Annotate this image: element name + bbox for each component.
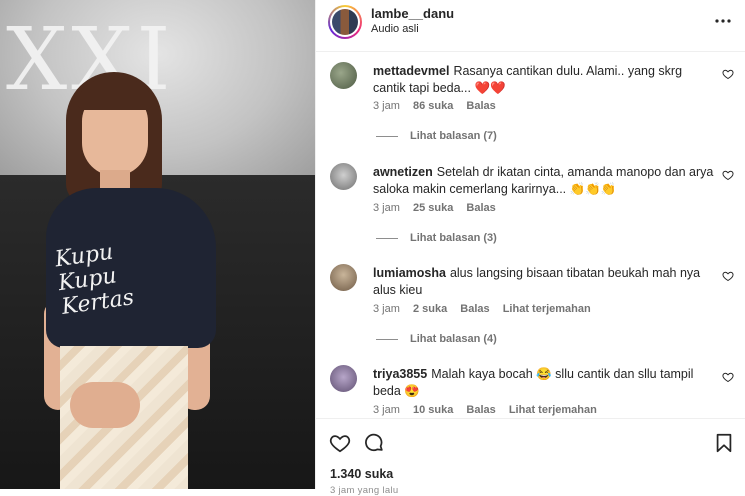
comment-time: 3 jam [373, 303, 400, 315]
post-timestamp: 3 jam yang lalu [330, 485, 399, 496]
comment-meta: 3 jam 10 suka Balas Lihat terjemahan [373, 404, 607, 416]
heart-icon[interactable] [722, 270, 734, 282]
comment-body: lumiamosha alus langsing bisaan tibatan b… [373, 265, 718, 299]
view-replies-button[interactable]: Lihat balasan (4) [376, 333, 497, 345]
commenter-username[interactable]: triya3855 [373, 367, 427, 381]
reply-button[interactable]: Balas [466, 404, 495, 416]
reply-button[interactable]: Balas [466, 100, 495, 112]
heart-icon[interactable] [329, 432, 351, 454]
comment-meta: 3 jam 86 suka Balas [373, 100, 506, 112]
photo-person-hands [70, 382, 140, 428]
commenter-avatar[interactable] [330, 62, 357, 89]
comment-likes[interactable]: 25 suka [413, 202, 453, 214]
comment-likes[interactable]: 2 suka [413, 303, 447, 315]
heart-icon[interactable] [722, 371, 734, 383]
post-header: lambe__danu Audio asli [316, 0, 745, 52]
comment-body: triya3855 Malah kaya bocah 😂 sllu cantik … [373, 366, 718, 400]
commenter-avatar[interactable] [330, 264, 357, 291]
comment-item: lumiamosha alus langsing bisaan tibatan b… [316, 256, 745, 356]
post-viewer: XXI Kupu Kupu Kertas lambe__danu Audio a… [0, 0, 745, 496]
commenter-username[interactable]: mettadevmel [373, 64, 449, 78]
comment-item: triya3855 Malah kaya bocah 😂 sllu cantik … [316, 357, 745, 419]
post-photo[interactable]: XXI Kupu Kupu Kertas [0, 0, 315, 489]
audio-label[interactable]: Audio asli [371, 23, 419, 35]
more-icon[interactable] [714, 12, 732, 30]
comment-icon[interactable] [363, 432, 385, 454]
author-avatar[interactable] [328, 5, 362, 39]
post-likes-count[interactable]: 1.340 suka [330, 467, 393, 481]
comment-body: awnetizen Setelah dr ikatan cinta, amanda… [373, 164, 718, 198]
bookmark-icon[interactable] [713, 432, 735, 454]
commenter-username[interactable]: awnetizen [373, 165, 433, 179]
comment-likes[interactable]: 86 suka [413, 100, 453, 112]
commenter-avatar[interactable] [330, 365, 357, 392]
post-actions-bar: 1.340 suka 3 jam yang lalu [316, 418, 745, 496]
comment-meta: 3 jam 25 suka Balas [373, 202, 506, 214]
see-translation-button[interactable]: Lihat terjemahan [509, 404, 597, 416]
comment-time: 3 jam [373, 202, 400, 214]
comment-item: awnetizen Setelah dr ikatan cinta, amanda… [316, 155, 745, 255]
comments-panel: lambe__danu Audio asli mettadevmel Rasany… [315, 0, 745, 496]
author-username[interactable]: lambe__danu [371, 6, 454, 21]
commenter-avatar[interactable] [330, 163, 357, 190]
heart-icon[interactable] [722, 169, 734, 181]
comment-meta: 3 jam 2 suka Balas Lihat terjemahan [373, 303, 601, 315]
view-replies-button[interactable]: Lihat balasan (7) [376, 130, 497, 142]
comment-time: 3 jam [373, 100, 400, 112]
comment-likes[interactable]: 10 suka [413, 404, 453, 416]
comment-body: mettadevmel Rasanya cantikan dulu. Alami.… [373, 63, 718, 97]
view-replies-button[interactable]: Lihat balasan (3) [376, 232, 497, 244]
commenter-username[interactable]: lumiamosha [373, 266, 446, 280]
reply-button[interactable]: Balas [460, 303, 489, 315]
photo-person-bangs [78, 80, 152, 110]
see-translation-button[interactable]: Lihat terjemahan [503, 303, 591, 315]
comment-time: 3 jam [373, 404, 400, 416]
comments-list[interactable]: mettadevmel Rasanya cantikan dulu. Alami.… [316, 54, 745, 419]
reply-button[interactable]: Balas [466, 202, 495, 214]
heart-icon[interactable] [722, 68, 734, 80]
comment-item: mettadevmel Rasanya cantikan dulu. Alami.… [316, 54, 745, 154]
